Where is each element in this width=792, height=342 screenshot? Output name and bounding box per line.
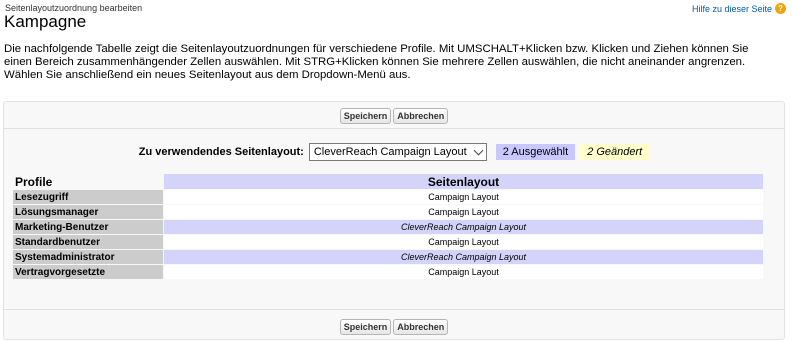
save-button[interactable]: Speichern — [339, 319, 392, 335]
selected-count-badge: 2 Ausgewählt — [495, 144, 576, 160]
profile-cell: Marketing-Benutzer — [13, 220, 163, 234]
divider — [4, 309, 784, 310]
layout-select-value[interactable]: CleverReach Campaign Layout — [314, 146, 467, 158]
page-description: Die nachfolgende Tabelle zeigt die Seite… — [4, 43, 749, 81]
help-icon[interactable]: ? — [775, 3, 786, 14]
cancel-button[interactable]: Abbrechen — [393, 319, 449, 335]
divider — [4, 128, 784, 129]
table-row: Standardbenutzer Campaign Layout — [13, 235, 763, 249]
table-row-selected: Systemadministrator CleverReach Campaign… — [13, 250, 763, 264]
changed-count-badge: 2 Geändert — [580, 144, 650, 160]
layout-cell[interactable]: Campaign Layout — [164, 235, 763, 249]
profile-cell: Vertragvorgesetzte — [13, 265, 163, 279]
layout-cell[interactable]: Campaign Layout — [164, 205, 763, 219]
layout-assignment-panel: Speichern Abbrechen Zu verwendendes Seite… — [3, 101, 785, 340]
bottom-button-row: Speichern Abbrechen — [4, 317, 784, 335]
help-link[interactable]: Hilfe zu dieser Seite ? — [692, 3, 786, 14]
cancel-button[interactable]: Abbrechen — [393, 108, 449, 124]
layout-assignment-table: Profile Seitenlayout Lesezugriff Campaig… — [12, 173, 764, 280]
layout-cell[interactable]: CleverReach Campaign Layout — [164, 220, 763, 234]
top-button-row: Speichern Abbrechen — [4, 106, 784, 124]
table-row: Lösungsmanager Campaign Layout — [13, 205, 763, 219]
chevron-down-icon[interactable] — [473, 145, 484, 156]
profile-cell: Lösungsmanager — [13, 205, 163, 219]
table-row-selected: Marketing-Benutzer CleverReach Campaign … — [13, 220, 763, 234]
help-link-label[interactable]: Hilfe zu dieser Seite — [692, 4, 772, 14]
profile-cell: Standardbenutzer — [13, 235, 163, 249]
layout-picker-row: Zu verwendendes Seitenlayout: CleverReac… — [4, 143, 784, 161]
layout-cell[interactable]: Campaign Layout — [164, 190, 763, 204]
layout-picker-label: Zu verwendendes Seitenlayout: — [138, 146, 304, 158]
column-header-profile: Profile — [15, 174, 53, 189]
table-row: Vertragvorgesetzte Campaign Layout — [13, 265, 763, 279]
table-row: Lesezugriff Campaign Layout — [13, 190, 763, 204]
layout-select[interactable]: CleverReach Campaign Layout — [308, 143, 487, 161]
column-header-layout[interactable]: Seitenlayout — [164, 174, 763, 189]
profile-cell: Lesezugriff — [13, 190, 163, 204]
table-header-row: Profile Seitenlayout — [13, 174, 763, 189]
layout-cell[interactable]: CleverReach Campaign Layout — [164, 250, 763, 264]
layout-cell[interactable]: Campaign Layout — [164, 265, 763, 279]
profile-cell: Systemadministrator — [13, 250, 163, 264]
page-title: Kampagne — [4, 12, 87, 31]
save-button[interactable]: Speichern — [339, 108, 392, 124]
